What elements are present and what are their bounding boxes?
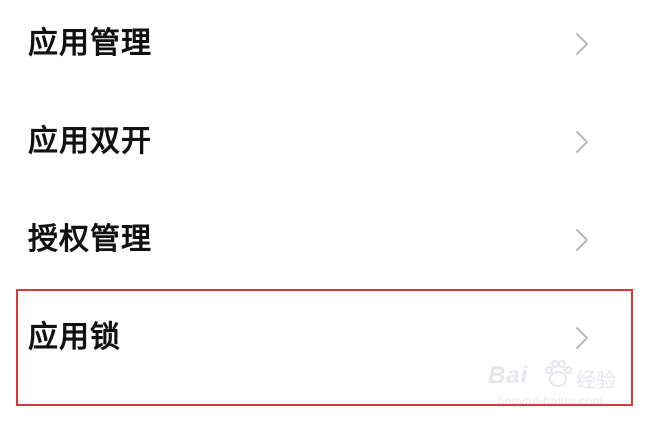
watermark: Bai 经验 jingyan.baidu.com xyxy=(480,356,630,416)
settings-item-label: 授权管理 xyxy=(28,222,152,257)
watermark-brand: Bai xyxy=(488,362,529,389)
chevron-right-icon xyxy=(574,227,590,253)
chevron-right-icon xyxy=(574,129,590,155)
watermark-sub: 经验 xyxy=(576,368,616,392)
paw-icon xyxy=(542,358,574,390)
chevron-right-icon xyxy=(574,325,590,351)
chevron-right-icon xyxy=(574,31,590,57)
watermark-url: jingyan.baidu.com xyxy=(498,394,604,408)
settings-list: 应用管理 应用双开 授权管理 应用锁 Bai 经验 jingyan.baidu.… xyxy=(0,0,649,436)
settings-item-permission-management[interactable]: 授权管理 xyxy=(0,196,649,294)
settings-item-label: 应用双开 xyxy=(28,124,152,159)
settings-item-app-management[interactable]: 应用管理 xyxy=(0,0,649,98)
settings-item-label: 应用锁 xyxy=(28,320,121,355)
settings-item-label: 应用管理 xyxy=(28,26,152,61)
settings-item-dual-apps[interactable]: 应用双开 xyxy=(0,98,649,196)
